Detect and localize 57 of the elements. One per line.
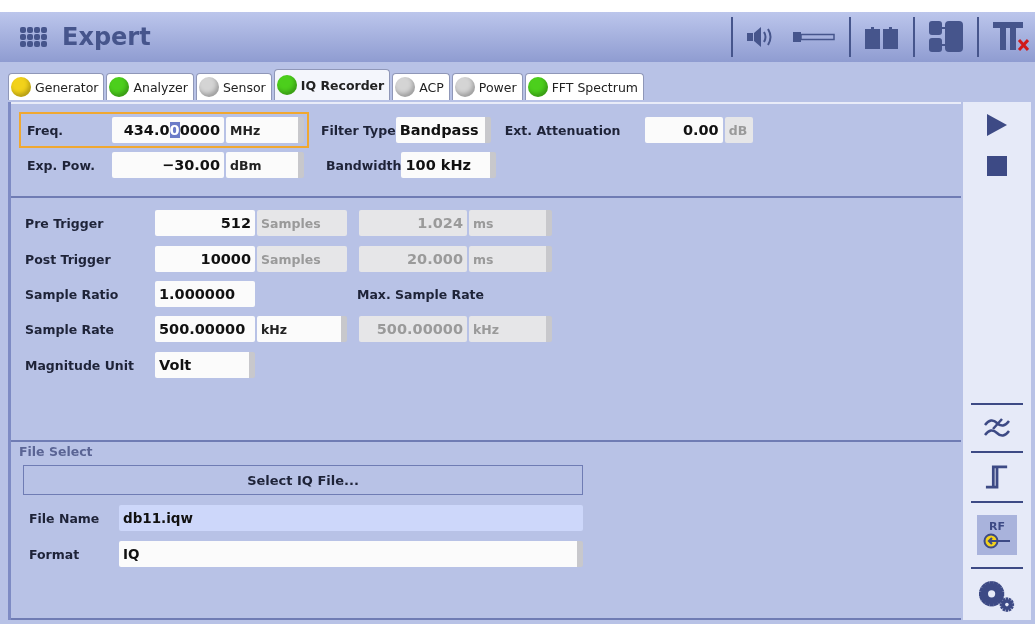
field-label: Pre Trigger (25, 215, 105, 231)
field-label: Sample Rate (25, 321, 116, 337)
field-label: Post Trigger (25, 251, 112, 267)
tab[interactable]: IQ Recorder (273, 69, 391, 100)
time-field: 1.024 (359, 210, 467, 236)
field-label: Exp. Pow. (27, 157, 96, 173)
unit-label: kHz (469, 316, 552, 342)
settings-icon[interactable] (979, 581, 1015, 612)
select-file-button[interactable]: Select IQ File... (23, 465, 583, 495)
field-label: Format (28, 546, 81, 562)
field-label: Max. Sample Rate (357, 286, 485, 302)
field-label: Bandwidth (326, 157, 402, 173)
unit-label: dB (724, 117, 753, 143)
slider-icon[interactable] (793, 30, 835, 44)
sample-rate-field[interactable]: 500.00000 (155, 316, 255, 342)
time-field: 20.000 (359, 246, 467, 272)
magnitude-unit-dropdown[interactable]: Volt (155, 352, 255, 378)
unit-label: Samples (257, 210, 347, 236)
field-label: Sample Ratio (25, 286, 120, 302)
field-label: Filter Type (321, 122, 396, 138)
tab[interactable]: ACP (392, 73, 450, 100)
field-label: Freq. (27, 122, 65, 138)
filter-icon[interactable] (984, 417, 1010, 439)
ratio-field[interactable]: 1.000000 (155, 281, 255, 307)
unit-dropdown[interactable]: dBm (226, 152, 304, 178)
app-grid-icon[interactable] (20, 27, 48, 47)
unit-dropdown[interactable]: MHz (226, 117, 304, 143)
clear-format-icon[interactable] (993, 22, 1029, 52)
tab[interactable]: Sensor (195, 73, 272, 100)
field-label: File Name (28, 510, 101, 526)
layout-icon[interactable] (929, 21, 963, 53)
panels-icon[interactable] (865, 25, 899, 49)
window-title: Expert (62, 23, 151, 51)
section-title: File Select (19, 444, 94, 459)
samples-field[interactable]: 512 (155, 210, 255, 236)
unit-label: ms (469, 210, 552, 236)
power-field[interactable]: −30.00 (112, 152, 224, 178)
field-label: Ext. Attenuation (504, 122, 622, 138)
tab[interactable]: Generator (8, 73, 105, 100)
samples-field[interactable]: 10000 (155, 246, 255, 272)
file-name-field: db11.iqw (119, 505, 583, 531)
tab[interactable]: Power (451, 73, 523, 100)
unit-label: Samples (257, 246, 347, 272)
max-rate-field: 500.00000 (359, 316, 467, 342)
unit-label: ms (469, 246, 552, 272)
frequency-field[interactable]: 434.000000 (112, 117, 224, 143)
unit-dropdown[interactable]: kHz (257, 316, 347, 342)
attenuation-field[interactable]: 0.00 (644, 117, 723, 143)
format-dropdown[interactable]: IQ (119, 541, 583, 567)
pulse-icon[interactable] (985, 465, 1009, 489)
rf-input-icon[interactable]: RF (977, 515, 1017, 555)
tab[interactable]: FFT Spectrum (524, 73, 644, 100)
filter-type-dropdown[interactable]: Bandpass (395, 117, 491, 143)
bandwidth-dropdown[interactable]: 100 kHz (401, 152, 497, 178)
tab[interactable]: Analyzer (106, 73, 194, 100)
play-icon[interactable] (987, 114, 1007, 136)
field-label: Magnitude Unit (25, 357, 135, 373)
